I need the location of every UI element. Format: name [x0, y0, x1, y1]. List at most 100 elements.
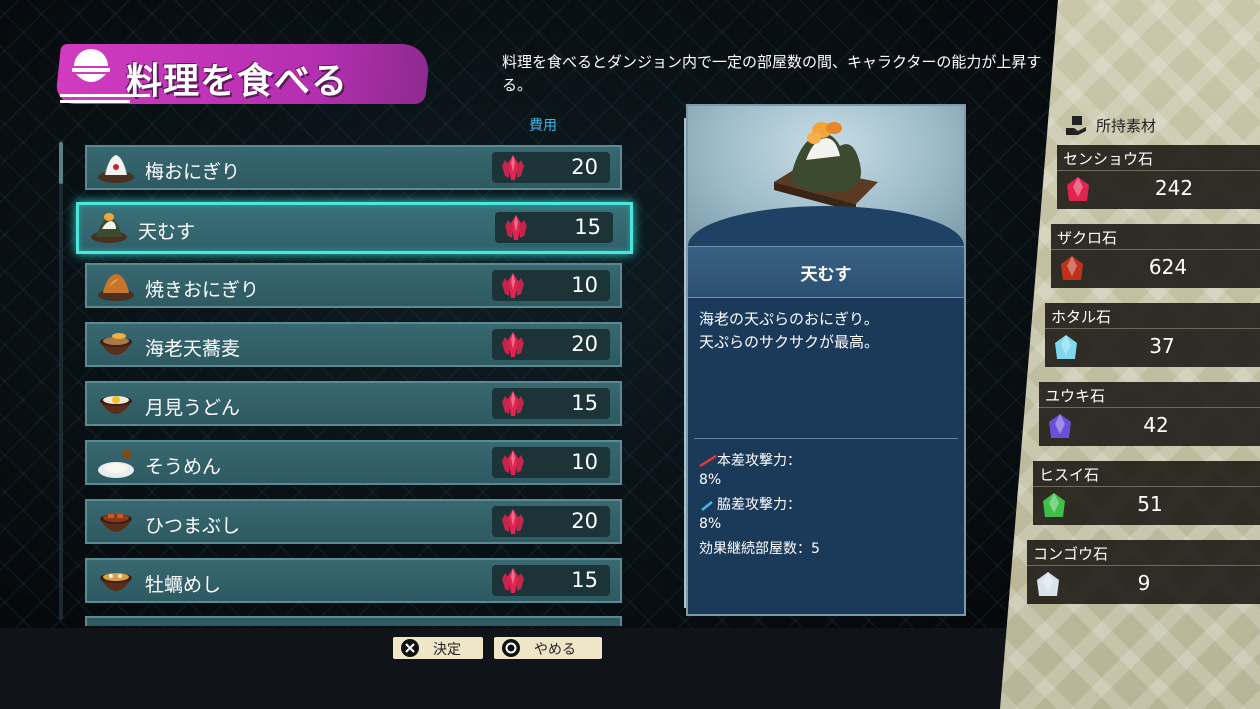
- material-item: ホタル石 37: [1045, 303, 1260, 367]
- material-separator: [1039, 407, 1260, 408]
- detail-divider: [694, 438, 958, 439]
- cost-box: 20: [492, 152, 610, 183]
- material-count: 242: [1154, 176, 1194, 200]
- material-separator: [1051, 249, 1260, 250]
- crystal-icon: [500, 154, 526, 181]
- scrollbar-thumb[interactable]: [59, 142, 63, 184]
- tenmusu-image: [774, 122, 878, 212]
- crystal-icon: [500, 449, 526, 476]
- item-name: 海老天蕎麦: [145, 338, 241, 360]
- materials-header: 所持素材: [1096, 117, 1157, 135]
- kaki-meshi-icon: [97, 564, 135, 598]
- detail-image: [688, 106, 964, 246]
- crystal-icon: [500, 331, 526, 358]
- material-count: 37: [1149, 334, 1175, 358]
- cancel-button[interactable]: やめる: [494, 637, 602, 659]
- cost-box: 15: [495, 212, 613, 243]
- tenmusu-icon: [90, 211, 128, 245]
- detail-item-name: 天むす: [800, 265, 852, 285]
- list-item[interactable]: ひつまぶし 20: [85, 499, 622, 544]
- circle-button-icon: [502, 639, 520, 657]
- item-name: ひつまぶし: [145, 515, 241, 537]
- material-count: 42: [1143, 413, 1169, 437]
- material-name: コンゴウ石: [1033, 545, 1109, 563]
- list-item[interactable]: 月見うどん 15: [85, 381, 622, 426]
- list-item-partial: [85, 616, 622, 626]
- detail-image-wave: [688, 206, 964, 246]
- cost-value: 10: [571, 273, 598, 297]
- list-item[interactable]: 焼きおにぎり 10: [85, 263, 622, 308]
- stat-label: 脇差攻撃力：: [717, 497, 801, 513]
- item-name: 焼きおにぎり: [145, 279, 260, 301]
- material-separator: [1045, 328, 1260, 329]
- cost-column-header: 費用: [529, 118, 557, 134]
- detail-panel: 天むす 海老の天ぷらのおにぎり。 天ぷらのサクサクが最高。 本差攻撃力： 8% …: [686, 104, 966, 616]
- page-title: 料理を食べる: [126, 61, 349, 102]
- material-item: コンゴウ石 9: [1027, 540, 1260, 604]
- cost-box: 20: [492, 506, 610, 537]
- cost-value: 20: [571, 509, 598, 533]
- gem-icon: [1045, 412, 1075, 442]
- material-separator: [1027, 565, 1260, 566]
- list-item[interactable]: そうめん 10: [85, 440, 622, 485]
- detail-description-line: 天ぷらのサクサクが最高。: [699, 333, 880, 351]
- crystal-icon: [500, 390, 526, 417]
- cost-value: 15: [574, 215, 601, 239]
- material-item: ユウキ石 42: [1039, 382, 1260, 446]
- cost-value: 15: [571, 391, 598, 415]
- yaki-onigiri-icon: [97, 269, 135, 303]
- list-item[interactable]: 海老天蕎麦 20: [85, 322, 622, 367]
- material-count: 624: [1148, 255, 1188, 279]
- cost-box: 15: [492, 565, 610, 596]
- gem-icon: [1051, 333, 1081, 363]
- material-name: ホタル石: [1051, 308, 1112, 326]
- item-name: 天むす: [138, 221, 196, 243]
- detail-description: 海老の天ぷらのおにぎり。 天ぷらのサクサクが最高。: [699, 308, 959, 354]
- item-name: 月見うどん: [145, 397, 241, 419]
- item-name: そうめん: [145, 456, 222, 478]
- material-name: ユウキ石: [1045, 387, 1106, 405]
- scrollbar-track[interactable]: [59, 140, 63, 620]
- stat-short-sword-value: 8%: [699, 516, 722, 532]
- gem-icon: [1057, 254, 1087, 284]
- stat-main-sword: 本差攻撃力：: [699, 450, 801, 470]
- crystal-icon: [503, 214, 529, 241]
- cross-button-icon: [401, 639, 419, 657]
- short-sword-icon: [701, 501, 713, 511]
- hitsumabushi-icon: [97, 505, 135, 539]
- crystal-icon: [500, 508, 526, 535]
- cost-value: 15: [571, 568, 598, 592]
- ebi-ten-soba-icon: [97, 328, 135, 362]
- cost-value: 20: [571, 155, 598, 179]
- page-description: 料理を食べるとダンジョン内で一定の部屋数の間、キャラクターの能力が上昇する。: [502, 53, 1042, 94]
- material-name: ヒスイ石: [1039, 466, 1100, 484]
- cancel-label: やめる: [534, 642, 576, 658]
- material-count: 51: [1137, 492, 1163, 516]
- confirm-label: 決定: [433, 642, 461, 658]
- list-item[interactable]: 牡蠣めし 15: [85, 558, 622, 603]
- somen-icon: [97, 446, 135, 480]
- material-separator: [1057, 170, 1260, 171]
- list-item[interactable]: 天むす 15: [76, 202, 633, 254]
- gem-icon: [1033, 570, 1063, 600]
- gem-icon: [1063, 175, 1093, 205]
- cost-box: 10: [492, 270, 610, 301]
- cost-value: 10: [571, 450, 598, 474]
- crystal-icon: [500, 567, 526, 594]
- title-underline: [60, 94, 150, 106]
- cost-box: 15: [492, 388, 610, 419]
- material-item: ザクロ石 624: [1051, 224, 1260, 288]
- material-count: 9: [1137, 571, 1151, 595]
- list-item[interactable]: 梅おにぎり 20: [85, 145, 622, 190]
- detail-description-line: 海老の天ぷらのおにぎり。: [699, 310, 879, 328]
- cost-box: 10: [492, 447, 610, 478]
- crystal-icon: [500, 272, 526, 299]
- hand-box-icon: [1066, 116, 1086, 135]
- cost-box: 20: [492, 329, 610, 360]
- tsukimi-udon-icon: [97, 387, 135, 421]
- main-sword-icon: [699, 455, 717, 467]
- cost-value: 20: [571, 332, 598, 356]
- stat-duration: 効果継続部屋数：5: [699, 541, 820, 557]
- confirm-button[interactable]: 決定: [393, 637, 483, 659]
- material-name: センショウ石: [1063, 150, 1154, 168]
